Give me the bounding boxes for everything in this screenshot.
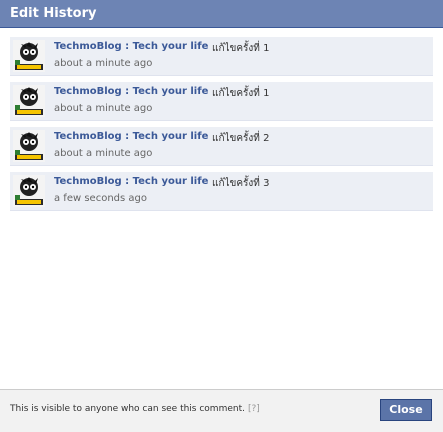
timestamp: about a minute ago [54, 103, 153, 114]
edit-history-dialog: Edit History TechmoBlog : Tech your life [0, 0, 443, 432]
visibility-note-text: This is visible to anyone who can see th… [10, 404, 245, 414]
author-link[interactable]: TechmoBlog : Tech your life [54, 41, 208, 52]
history-entry: TechmoBlog : Tech your life แก้ไขครั้งที… [10, 82, 433, 121]
history-entry: TechmoBlog : Tech your life แก้ไขครั้งที… [10, 127, 433, 166]
help-link[interactable]: [?] [248, 404, 260, 414]
cartoon-avatar-icon[interactable] [13, 85, 45, 117]
author-link[interactable]: TechmoBlog : Tech your life [54, 131, 208, 142]
close-button[interactable]: Close [380, 399, 432, 421]
history-entry: TechmoBlog : Tech your life แก้ไขครั้งที… [10, 37, 433, 76]
revision-label: แก้ไขครั้งที่ 3 [212, 178, 270, 189]
dialog-title: Edit History [10, 6, 97, 21]
cartoon-avatar-icon[interactable] [13, 40, 45, 72]
timestamp: a few seconds ago [54, 193, 147, 204]
author-link[interactable]: TechmoBlog : Tech your life [54, 176, 208, 187]
revision-label: แก้ไขครั้งที่ 1 [212, 43, 270, 54]
history-entry: TechmoBlog : Tech your life แก้ไขครั้งที… [10, 172, 433, 211]
revision-label: แก้ไขครั้งที่ 2 [212, 133, 270, 144]
dialog-footer: This is visible to anyone who can see th… [0, 389, 443, 432]
cartoon-avatar-icon[interactable] [13, 130, 45, 162]
edit-history-list: TechmoBlog : Tech your life แก้ไขครั้งที… [10, 37, 433, 217]
author-link[interactable]: TechmoBlog : Tech your life [54, 86, 208, 97]
revision-label: แก้ไขครั้งที่ 1 [212, 88, 270, 99]
timestamp: about a minute ago [54, 58, 153, 69]
dialog-titlebar: Edit History [0, 0, 443, 28]
visibility-note: This is visible to anyone who can see th… [10, 404, 260, 414]
timestamp: about a minute ago [54, 148, 153, 159]
cartoon-avatar-icon[interactable] [13, 175, 45, 207]
